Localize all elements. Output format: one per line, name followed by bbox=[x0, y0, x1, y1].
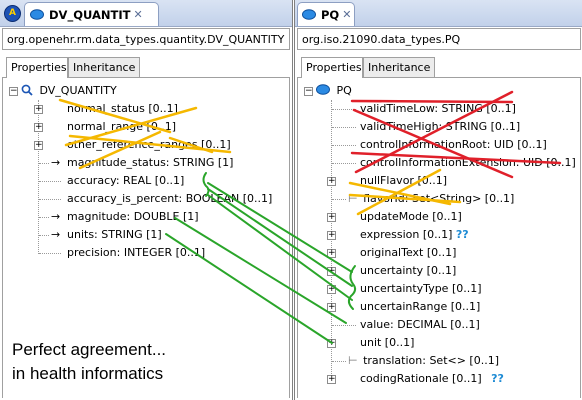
ellipsis-icon: ⊢ bbox=[348, 354, 358, 367]
tree-connector bbox=[332, 109, 356, 110]
tab-properties[interactable]: Properties bbox=[6, 57, 68, 78]
list-item[interactable]: codingRationale [0..1] ?? bbox=[360, 370, 504, 388]
list-item[interactable]: expression [0..1] ?? bbox=[360, 226, 469, 244]
item-label: expression [0..1] bbox=[360, 228, 453, 241]
caption-line-1: Perfect agreement... bbox=[12, 340, 167, 359]
arrow-icon: → bbox=[51, 228, 61, 241]
list-item[interactable]: ⊢ translation: Set<> [0..1] bbox=[348, 352, 499, 370]
tree-root[interactable]: DV_QUANTITY bbox=[21, 82, 117, 100]
tree-connector bbox=[39, 199, 61, 200]
item-label: translation: Set<> [0..1] bbox=[363, 354, 500, 367]
expand-toggle[interactable]: + bbox=[327, 285, 336, 294]
arrow-icon: → bbox=[51, 156, 61, 169]
tree-connector bbox=[39, 181, 61, 182]
root-label: DV_QUANTITY bbox=[39, 84, 117, 97]
list-item[interactable]: other_reference_ranges [0..1] bbox=[67, 136, 231, 154]
class-path-field[interactable]: org.iso.21090.data_types.PQ bbox=[297, 28, 581, 50]
item-label: codingRationale [0..1] bbox=[360, 372, 482, 385]
tree-connector bbox=[332, 325, 356, 326]
list-item[interactable]: value: DECIMAL [0..1] bbox=[360, 316, 480, 334]
list-item[interactable]: controlInformationExtension: UID [0..1] bbox=[360, 154, 576, 172]
tab-title: DV_QUANTIT bbox=[49, 7, 131, 22]
tab-dv-quantity[interactable]: DV_QUANTIT ✕ bbox=[24, 2, 159, 26]
item-label: flavorId: Set<String> [0..1] bbox=[363, 192, 515, 205]
list-item[interactable]: controlInformationRoot: UID [0..1] bbox=[360, 136, 547, 154]
archetype-icon: A bbox=[4, 5, 21, 22]
expand-toggle[interactable]: + bbox=[327, 375, 336, 384]
tab-pq[interactable]: PQ ✕ bbox=[297, 2, 355, 26]
tree-connector bbox=[39, 235, 49, 236]
root-label: PQ bbox=[336, 84, 352, 97]
expand-toggle[interactable]: + bbox=[34, 123, 43, 132]
tab-inheritance[interactable]: Inheritance bbox=[68, 57, 140, 77]
class-path-text: org.iso.21090.data_types.PQ bbox=[302, 32, 461, 46]
expand-toggle[interactable]: + bbox=[327, 249, 336, 258]
list-item[interactable]: validTimeHigh: STRING [0..1] bbox=[360, 118, 520, 136]
class-icon bbox=[302, 7, 316, 22]
search-icon bbox=[21, 84, 33, 96]
list-item[interactable]: updateMode [0..1] bbox=[360, 208, 462, 226]
tree-root[interactable]: PQ bbox=[316, 82, 352, 100]
tree-connector bbox=[332, 199, 346, 200]
tab-title: PQ bbox=[321, 7, 340, 22]
expand-toggle[interactable]: + bbox=[34, 141, 43, 150]
list-item[interactable]: precision: INTEGER [0..1] bbox=[67, 244, 205, 262]
right-subtabs: Properties Inheritance bbox=[297, 57, 581, 78]
class-icon bbox=[316, 84, 330, 95]
left-subtabs: Properties Inheritance bbox=[2, 57, 290, 78]
list-item[interactable]: accuracy: REAL [0..1] bbox=[67, 172, 184, 190]
list-item[interactable]: unit [0..1] bbox=[360, 334, 414, 352]
list-item[interactable]: uncertainty [0..1] bbox=[360, 262, 456, 280]
expand-toggle[interactable]: + bbox=[327, 303, 336, 312]
list-item[interactable]: nullFlavor [0..1] bbox=[360, 172, 447, 190]
close-icon[interactable]: ✕ bbox=[133, 8, 142, 21]
tree-connector bbox=[332, 163, 356, 164]
class-path-field[interactable]: org.openehr.rm.data_types.quantity.DV_QU… bbox=[2, 28, 290, 50]
expand-toggle[interactable]: + bbox=[327, 339, 336, 348]
caption-line-2: in health informatics bbox=[12, 364, 164, 383]
tree-connector bbox=[332, 361, 346, 362]
tab-inheritance[interactable]: Inheritance bbox=[363, 57, 435, 77]
tree-connector bbox=[332, 127, 356, 128]
expand-toggle[interactable]: + bbox=[34, 105, 43, 114]
list-item[interactable]: uncertaintyType [0..1] bbox=[360, 280, 482, 298]
close-icon[interactable]: ✕ bbox=[342, 8, 351, 21]
question-marks: ?? bbox=[455, 228, 469, 241]
tree-connector bbox=[39, 163, 49, 164]
tab-properties[interactable]: Properties bbox=[301, 57, 363, 78]
list-item[interactable]: magnitude_status: STRING [1] bbox=[67, 154, 233, 172]
list-item[interactable]: ⊢ flavorId: Set<String> [0..1] bbox=[348, 190, 514, 208]
expand-toggle[interactable]: + bbox=[327, 231, 336, 240]
list-item[interactable]: units: STRING [1] bbox=[67, 226, 162, 244]
list-item[interactable]: validTimeLow: STRING [0..1] bbox=[360, 100, 516, 118]
right-panel: PQ ✕ org.iso.21090.data_types.PQ Propert… bbox=[294, 0, 582, 400]
expand-toggle[interactable]: + bbox=[327, 213, 336, 222]
class-icon bbox=[29, 7, 44, 22]
ellipsis-icon: ⊢ bbox=[348, 192, 358, 205]
arrow-icon: → bbox=[51, 210, 61, 223]
expand-toggle[interactable]: + bbox=[327, 177, 336, 186]
list-item[interactable]: originalText [0..1] bbox=[360, 244, 456, 262]
left-tabstrip: DV_QUANTIT ✕ bbox=[0, 0, 292, 27]
tree-connector bbox=[332, 145, 356, 146]
class-path-text: org.openehr.rm.data_types.quantity.DV_QU… bbox=[7, 32, 285, 46]
question-marks: ?? bbox=[491, 372, 504, 385]
list-item[interactable]: magnitude: DOUBLE [1] bbox=[67, 208, 199, 226]
right-tabstrip: PQ ✕ bbox=[295, 0, 582, 27]
expand-toggle[interactable]: + bbox=[327, 267, 336, 276]
tree-connector bbox=[39, 217, 49, 218]
list-item[interactable]: uncertainRange [0..1] bbox=[360, 298, 480, 316]
list-item[interactable]: accuracy_is_percent: BOOLEAN [0..1] bbox=[67, 190, 272, 208]
right-property-tree: − PQ validTimeLow: STRING [0..1] validTi… bbox=[297, 78, 581, 398]
list-item[interactable]: normal_status [0..1] bbox=[67, 100, 178, 118]
tree-connector bbox=[39, 253, 61, 254]
list-item[interactable]: normal_range [0..1] bbox=[67, 118, 176, 136]
collapse-toggle[interactable]: − bbox=[9, 87, 18, 96]
collapse-toggle[interactable]: − bbox=[304, 87, 313, 96]
